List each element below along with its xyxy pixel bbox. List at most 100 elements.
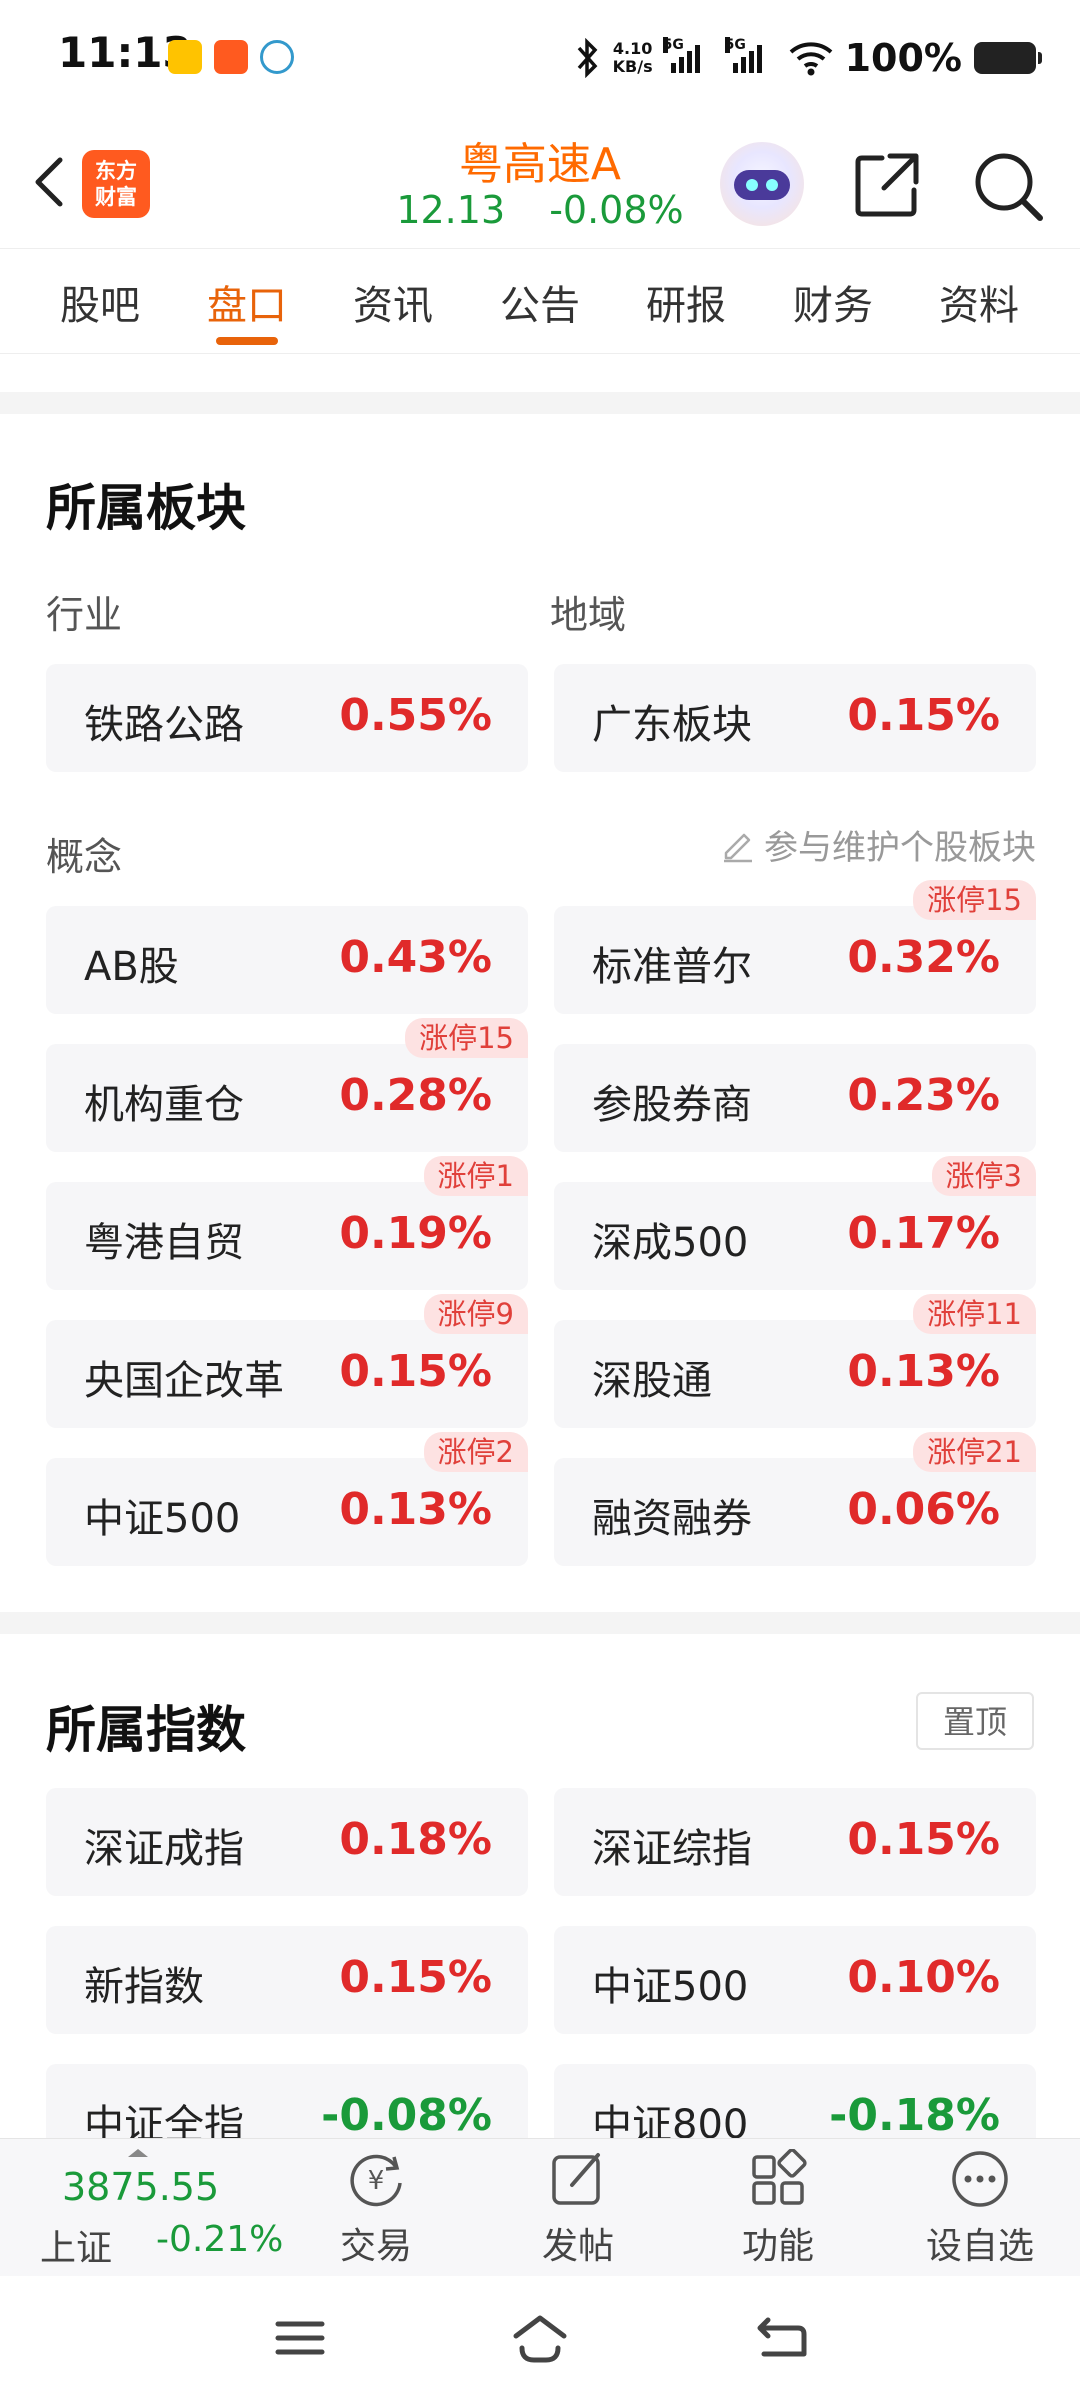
- concept-pct: 0.15%: [339, 1346, 492, 1397]
- svg-text:¥: ¥: [368, 2166, 385, 2196]
- share-icon[interactable]: [852, 150, 922, 220]
- industry-card[interactable]: 铁路公路 0.55%: [46, 664, 528, 772]
- concept-pct: 0.17%: [847, 1208, 1000, 1259]
- concept-name: 深股通: [592, 1358, 712, 1404]
- concept-name: 融资融券: [592, 1496, 752, 1542]
- index-pct: -0.08%: [321, 2090, 492, 2141]
- concept-name: 央国企改革: [84, 1358, 284, 1404]
- tab-pankou[interactable]: 盘口: [207, 273, 287, 331]
- chat-icon: [260, 40, 294, 74]
- status-right: 4.10 KB/s 5G 5G 100%: [573, 30, 1042, 86]
- trade-icon: ¥: [350, 2154, 402, 2207]
- tab-profile[interactable]: 资料: [939, 273, 1019, 331]
- region-label: 地域: [550, 593, 627, 637]
- index-pct: 0.15%: [339, 1952, 492, 2003]
- trade-button[interactable]: ¥ 交易: [306, 2149, 446, 2269]
- collapse-up-icon[interactable]: [126, 2147, 150, 2159]
- index-card[interactable]: 新指数 0.15%: [46, 1926, 528, 2034]
- concept-card[interactable]: 中证500 0.13% 涨停2: [46, 1432, 528, 1566]
- grid-icon: [752, 2149, 807, 2205]
- stock-price: 12.13: [396, 188, 506, 232]
- index-card[interactable]: 中证500 0.10%: [554, 1926, 1036, 2034]
- concept-pct: 0.13%: [339, 1484, 492, 1535]
- limit-up-badge: 涨停15: [913, 880, 1036, 920]
- limit-up-badge: 涨停15: [405, 1018, 528, 1058]
- concept-name: 深成500: [592, 1220, 749, 1266]
- index-pct: 0.15%: [847, 1814, 1000, 1865]
- limit-up-badge: 涨停2: [423, 1432, 528, 1472]
- tab-announcements[interactable]: 公告: [500, 273, 580, 331]
- index-name: 深证成指: [84, 1826, 244, 1872]
- index-change: -0.21%: [156, 2219, 284, 2260]
- status-bar: 11:13 4.10 KB/s 5G 5G 100%: [0, 0, 1080, 112]
- region-card[interactable]: 广东板块 0.15%: [554, 664, 1036, 772]
- concept-name: 中证500: [84, 1496, 241, 1542]
- index-pct: -0.18%: [829, 2090, 1000, 2141]
- index-value: 3875.55: [62, 2165, 220, 2209]
- signal-icon-2: 5G: [724, 37, 777, 73]
- back-nav-icon[interactable]: [754, 2314, 810, 2362]
- concept-card[interactable]: 央国企改革 0.15% 涨停9: [46, 1294, 528, 1428]
- compose-icon: [552, 2153, 600, 2205]
- concept-name: 参股券商: [592, 1082, 752, 1128]
- concept-name: 机构重仓: [84, 1082, 244, 1128]
- edit-icon: [724, 833, 752, 862]
- limit-up-badge: 涨停1: [423, 1156, 528, 1196]
- active-tab-indicator: [216, 337, 278, 345]
- signal-icon: 5G: [662, 37, 715, 73]
- index-card[interactable]: 深证综指 0.15%: [554, 1788, 1036, 1896]
- concept-pct: 0.28%: [339, 1070, 492, 1121]
- limit-up-badge: 涨停3: [931, 1156, 1036, 1196]
- wifi-icon: [789, 42, 832, 76]
- limit-up-badge: 涨停21: [913, 1432, 1036, 1472]
- sector-pct: 0.55%: [339, 690, 492, 741]
- functions-button[interactable]: 功能: [708, 2149, 848, 2269]
- index-name: 深证综指: [592, 1826, 752, 1872]
- index-name: 上证: [40, 2228, 113, 2269]
- home-icon[interactable]: [510, 2314, 570, 2364]
- concept-pct: 0.43%: [339, 932, 492, 983]
- concept-name: AB股: [84, 944, 179, 990]
- concept-card[interactable]: 粤港自贸 0.19% 涨停1: [46, 1156, 528, 1290]
- limit-up-badge: 涨停9: [423, 1294, 528, 1334]
- tab-finance[interactable]: 财务: [793, 273, 873, 331]
- concept-name: 粤港自贸: [84, 1220, 244, 1266]
- concept-card[interactable]: 深成500 0.17% 涨停3: [554, 1156, 1036, 1290]
- concept-name: 标准普尔: [592, 944, 752, 990]
- search-icon[interactable]: [970, 148, 1046, 224]
- concept-card[interactable]: 深股通 0.13% 涨停11: [554, 1294, 1036, 1428]
- ai-assistant-icon[interactable]: [720, 142, 804, 226]
- sector-name: 铁路公路: [84, 702, 244, 748]
- post-button[interactable]: 发帖: [508, 2149, 648, 2269]
- index-card[interactable]: 深证成指 0.18%: [46, 1788, 528, 1896]
- indices-title: 所属指数: [46, 1701, 246, 1759]
- more-dots-icon: [952, 2151, 1008, 2207]
- battery-percent: 100%: [844, 36, 962, 80]
- index-pct: 0.10%: [847, 1952, 1000, 2003]
- industry-label: 行业: [46, 593, 123, 637]
- net-speed: 4.10 KB/s: [612, 39, 653, 76]
- battery-icon: [974, 42, 1042, 74]
- concept-label: 概念: [46, 835, 123, 879]
- sectors-title: 所属板块: [46, 479, 246, 537]
- concept-pct: 0.06%: [847, 1484, 1000, 1535]
- sector-pct: 0.15%: [847, 690, 1000, 741]
- tab-guba[interactable]: 股吧: [60, 273, 140, 331]
- concept-card[interactable]: 标准普尔 0.32% 涨停15: [554, 880, 1036, 1014]
- concept-card[interactable]: 机构重仓 0.28% 涨停15: [46, 1018, 528, 1152]
- concept-pct: 0.32%: [847, 932, 1000, 983]
- concept-card[interactable]: AB股 0.43%: [46, 906, 528, 1014]
- concept-pct: 0.13%: [847, 1346, 1000, 1397]
- bottom-bar: 3875.55 上证 -0.21% ¥ 交易 发帖 功能 设自选: [0, 2138, 1080, 2277]
- sector-name: 广东板块: [592, 702, 752, 748]
- maintain-sectors-link[interactable]: 参与维护个股板块: [720, 820, 1036, 869]
- menu-icon[interactable]: [274, 2314, 326, 2362]
- section-divider: [0, 392, 1080, 414]
- app-orange-icon: [214, 40, 248, 74]
- pin-top-button[interactable]: 置顶: [916, 1692, 1034, 1750]
- tab-news[interactable]: 资讯: [353, 273, 433, 331]
- tab-research[interactable]: 研报: [646, 273, 726, 331]
- concept-card[interactable]: 融资融券 0.06% 涨停21: [554, 1432, 1036, 1566]
- add-watchlist-button[interactable]: 设自选: [910, 2149, 1050, 2269]
- concept-card[interactable]: 参股券商 0.23%: [554, 1044, 1036, 1152]
